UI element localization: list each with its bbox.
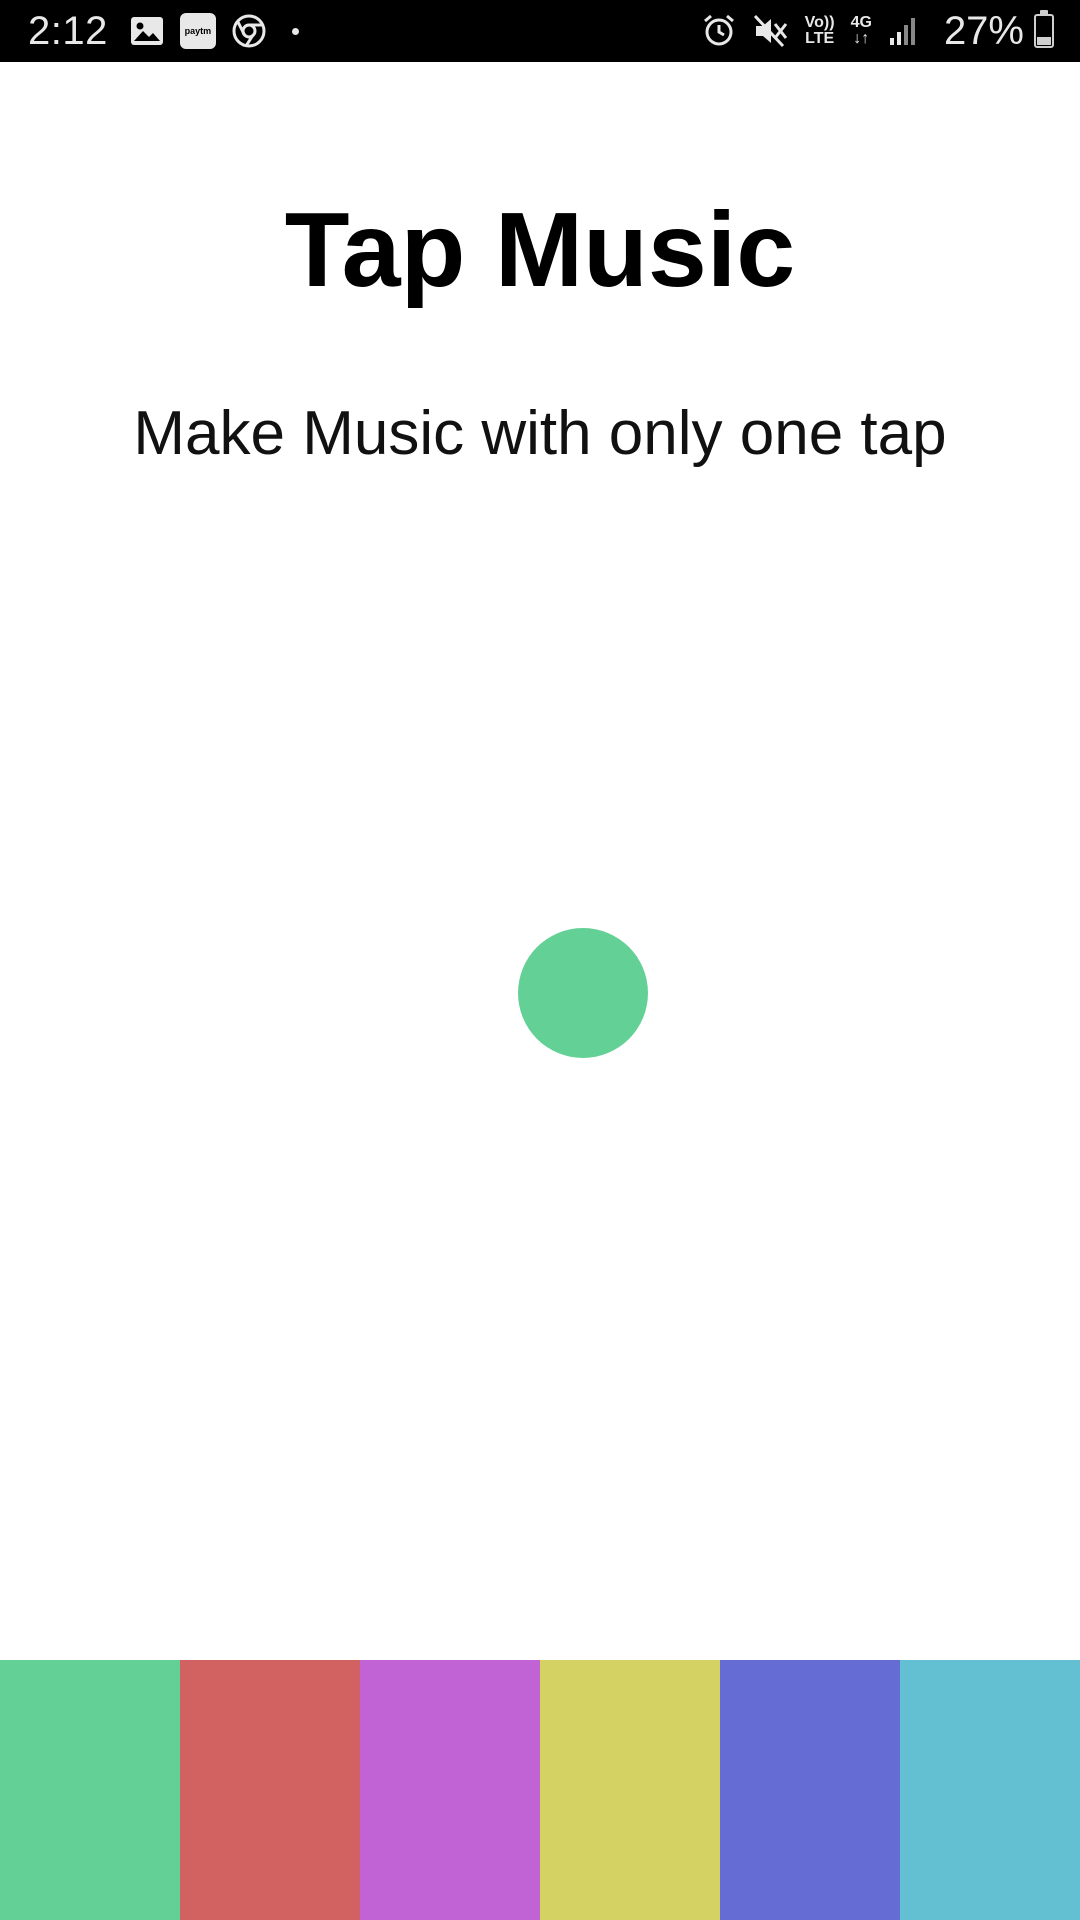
chrome-icon <box>232 14 266 48</box>
screen: 2:12 paytm Vo)) LTE 4G ↓↑ 27% Tap Music … <box>0 0 1080 1920</box>
color-pads <box>0 1660 1080 1920</box>
status-left: 2:12 paytm <box>28 9 299 54</box>
volte-top-label: Vo)) <box>804 14 835 31</box>
paytm-label: paytm <box>179 13 216 49</box>
alarm-icon <box>701 13 737 49</box>
status-right: Vo)) LTE 4G ↓↑ 27% <box>701 9 1054 54</box>
battery-icon <box>1034 10 1054 48</box>
network-arrows: ↓↑ <box>853 30 870 47</box>
status-bar: 2:12 paytm Vo)) LTE 4G ↓↑ 27% <box>0 0 1080 62</box>
volte-icon: Vo)) LTE <box>805 15 835 47</box>
page-title: Tap Music <box>284 191 796 309</box>
battery-fill <box>1037 36 1051 45</box>
dot-icon <box>291 27 299 35</box>
pad-red[interactable] <box>180 1660 360 1920</box>
pad-green[interactable] <box>0 1660 180 1920</box>
battery-percent: 27% <box>943 8 1024 53</box>
pad-purple[interactable] <box>360 1660 540 1920</box>
network-label: 4G <box>850 14 872 31</box>
pad-yellow[interactable] <box>540 1660 720 1920</box>
network-4g-icon: 4G ↓↑ <box>851 15 872 47</box>
pad-blue[interactable] <box>720 1660 900 1920</box>
signal-icon <box>888 16 918 46</box>
tap-circle-button[interactable] <box>518 928 648 1058</box>
mute-icon <box>753 14 789 48</box>
paytm-icon: paytm <box>179 13 216 49</box>
volte-bottom-label: LTE <box>805 30 835 47</box>
gallery-icon <box>130 16 164 46</box>
status-time: 2:12 <box>28 8 108 53</box>
pad-cyan[interactable] <box>900 1660 1080 1920</box>
page-subtitle: Make Music with only one tap <box>133 399 947 468</box>
